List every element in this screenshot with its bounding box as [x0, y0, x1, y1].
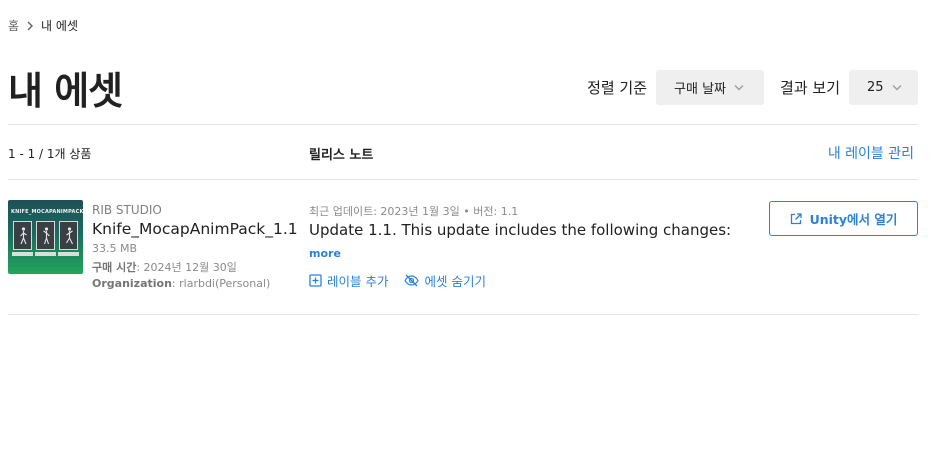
more-link[interactable]: more [309, 247, 341, 260]
organization-label: Organization [92, 277, 172, 290]
list-controls: 정렬 기준 구매 날짜 결과 보기 25 [587, 70, 918, 105]
organization-value: rlarbdi(Personal) [179, 277, 271, 290]
breadcrumb-home[interactable]: 홈 [8, 17, 19, 34]
breadcrumb-current: 내 에셋 [41, 19, 78, 33]
update-date: 2023년 1월 3일 [380, 205, 460, 218]
manage-labels-link[interactable]: 내 레이블 관리 [828, 143, 914, 163]
sort-label: 정렬 기준 [587, 79, 648, 97]
purchase-date-value: 2024년 12월 30일 [143, 261, 237, 274]
thumbnail-caption [35, 252, 56, 256]
divider [8, 124, 918, 125]
divider [8, 179, 918, 180]
purchase-label: 구매 시간 [92, 261, 137, 274]
version-value: 1.1 [500, 205, 519, 218]
hide-asset-text: 에셋 숨기기 [424, 274, 486, 289]
chevron-down-icon [892, 84, 902, 91]
asset-size: 33.5 MB [92, 242, 138, 255]
result-count: 1 - 1 / 1개 상품 [8, 147, 92, 161]
asset-row: KNIFE_MOCAPANIMPACK RIB STUDIO Knife_Moc… [8, 199, 918, 299]
asset-actions: 레이블 추가 에셋 숨기기 [309, 271, 502, 290]
add-label-text: 레이블 추가 [327, 274, 389, 289]
open-in-unity-text: Unity에서 열기 [809, 212, 898, 227]
thumbnail-figure [13, 221, 32, 250]
list-header: 1 - 1 / 1개 상품 릴리스 노트 내 레이블 관리 [8, 143, 918, 163]
page-size-select[interactable]: 25 [849, 70, 918, 105]
sort-select-value: 구매 날짜 [674, 82, 727, 97]
thumbnail-caption [58, 252, 79, 256]
chevron-right-icon [26, 21, 34, 31]
divider [8, 314, 918, 315]
chevron-down-icon [734, 84, 744, 91]
release-notes-header: 릴리스 노트 [309, 148, 374, 163]
page-size-label: 결과 보기 [780, 79, 840, 97]
version-label: 버전 [473, 205, 494, 218]
plus-square-icon [309, 274, 322, 287]
update-info: 최근 업데이트: 2023년 1월 3일 • 버전: 1.1 [309, 205, 519, 218]
thumbnail-title: KNIFE_MOCAPANIMPACK [11, 209, 83, 215]
open-in-unity-button[interactable]: Unity에서 열기 [769, 201, 918, 236]
thumbnail-figure [59, 221, 78, 250]
page-size-value: 25 [867, 80, 884, 95]
thumbnail-caption [12, 252, 33, 256]
thumbnail-figure [36, 221, 55, 250]
breadcrumb: 홈 내 에셋 [8, 17, 78, 34]
asset-thumbnail[interactable]: KNIFE_MOCAPANIMPACK [8, 200, 83, 274]
hide-asset-button[interactable]: 에셋 숨기기 [404, 271, 486, 290]
publisher-name[interactable]: RIB STUDIO [92, 203, 162, 217]
purchase-date: 구매 시간: 2024년 12월 30일 [92, 261, 237, 274]
update-label: 최근 업데이트 [309, 205, 374, 218]
page-title: 내 에셋 [8, 69, 123, 113]
asset-name[interactable]: Knife_MocapAnimPack_1.1 [92, 220, 298, 238]
sort-select[interactable]: 구매 날짜 [656, 70, 765, 105]
eye-off-icon [404, 274, 420, 287]
external-link-icon [790, 212, 802, 225]
organization: Organization: rlarbdi(Personal) [92, 277, 271, 290]
release-note-text: Update 1.1. This update includes the fol… [309, 221, 732, 239]
add-label-button[interactable]: 레이블 추가 [309, 271, 388, 290]
